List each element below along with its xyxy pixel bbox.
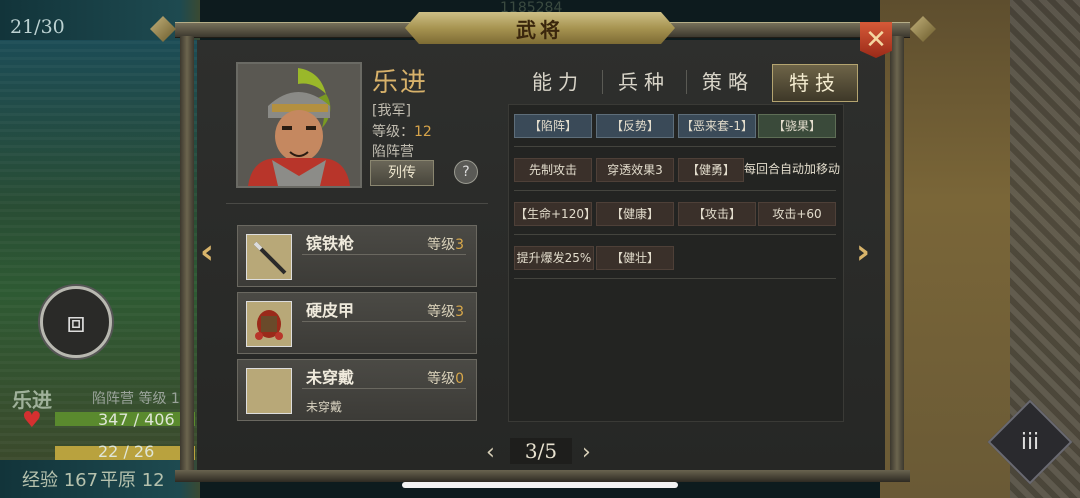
equipment-level-label: 等级 — [427, 371, 456, 387]
skills-row-divider — [514, 234, 836, 235]
skill-chip[interactable]: 【陷阵】 — [514, 114, 592, 138]
skill-chip[interactable]: 攻击+60 — [758, 202, 836, 226]
equipment-slot-weapon[interactable]: 镔铁枪 等级3 — [237, 225, 477, 287]
cube-icon: ⧈ — [66, 304, 86, 340]
equipment-level-value: 3 — [455, 304, 464, 320]
hero-tabs: 能力 兵种 策略 特技 — [510, 64, 860, 102]
section-divider — [226, 203, 488, 204]
tab-troop[interactable]: 兵种 — [602, 64, 686, 100]
skills-row-divider — [514, 190, 836, 191]
level-label: 等级： — [372, 124, 414, 140]
hero-unit-type: 陷阵营 — [372, 144, 414, 160]
skill-chip[interactable]: 【生命+120】 — [514, 202, 592, 226]
general-portrait-icon — [238, 64, 360, 186]
skill-chip[interactable]: 【健勇】 — [678, 158, 744, 182]
page-next-button[interactable]: › — [582, 440, 591, 465]
terrain-label: 平原 12 — [100, 470, 165, 491]
equipment-divider — [302, 321, 466, 322]
formation-button[interactable]: ⧈ — [40, 286, 112, 358]
skills-row-divider — [514, 146, 836, 147]
dialog-right-rail — [890, 36, 904, 476]
exp-label: 经验 167 — [22, 470, 99, 491]
skill-chip[interactable]: 提升爆发25% — [514, 246, 594, 270]
skill-chip[interactable]: 【骁果】 — [758, 114, 836, 138]
equipment-level-value: 0 — [455, 371, 464, 387]
skill-chip[interactable]: 【恶来套-1】 — [678, 114, 756, 138]
empty-slot-icon — [246, 368, 292, 414]
dialog-title: 武将 — [516, 17, 564, 42]
equipment-level: 等级3 — [427, 234, 464, 254]
hero-level: 等级：12 — [372, 121, 432, 141]
equipment-level: 等级3 — [427, 301, 464, 321]
equipment-name: 硬皮甲 — [306, 301, 355, 320]
heart-icon: ♥ — [22, 408, 42, 433]
dialog-left-rail — [180, 36, 194, 476]
equipment-desc: 未穿戴 — [306, 400, 343, 414]
hero-faction: [我军] — [372, 103, 411, 119]
close-x-icon: ✕ — [865, 25, 887, 55]
mp-value: 22 / 26 — [98, 442, 155, 461]
skill-chip[interactable]: 先制攻击 — [514, 158, 592, 182]
equipment-level: 等级0 — [427, 368, 464, 388]
skills-row-divider — [514, 278, 836, 279]
hud-hero-sub: 陷阵营 等级 12 — [92, 391, 189, 407]
dialog-bottom-rail — [175, 470, 910, 482]
page-indicator: 3/5 — [510, 438, 572, 464]
equipment-name: 未穿戴 — [306, 368, 355, 387]
equipment-level-value: 3 — [455, 237, 464, 253]
turn-counter: 21/30 — [10, 16, 65, 38]
tab-strategy[interactable]: 策略 — [686, 64, 770, 100]
spear-icon — [246, 234, 292, 280]
skill-chip[interactable]: 每回合自动加移动 — [744, 158, 842, 180]
tab-ability[interactable]: 能力 — [516, 64, 600, 100]
equipment-divider — [302, 388, 466, 389]
tab-special-skills[interactable]: 特技 — [772, 64, 858, 102]
unit-hud: 乐进 陷阵营 等级 12 ♥ 347 / 406 22 / 26 经验 167 … — [0, 380, 200, 498]
skill-chip[interactable]: 【反势】 — [596, 114, 674, 138]
hero-portrait — [236, 62, 362, 188]
next-hero-arrow-icon[interactable]: › — [856, 232, 870, 272]
dialog-title-plate: 武将 — [405, 12, 675, 44]
hero-name: 乐进 — [372, 68, 429, 98]
help-button[interactable]: ? — [454, 160, 478, 184]
equipment-divider — [302, 254, 466, 255]
skill-chip[interactable]: 【健壮】 — [596, 246, 674, 270]
equipment-level-label: 等级 — [427, 237, 456, 253]
equipment-slot-empty[interactable]: 未穿戴 等级0 未穿戴 — [237, 359, 477, 421]
home-indicator[interactable] — [402, 482, 678, 488]
hp-value: 347 / 406 — [98, 410, 175, 429]
armor-icon — [246, 301, 292, 347]
close-button[interactable]: ✕ — [860, 22, 892, 58]
equipment-name: 镔铁枪 — [306, 234, 355, 253]
level-value: 12 — [414, 124, 432, 140]
skill-chip[interactable]: 【健康】 — [596, 202, 674, 226]
equipment-slot-armor[interactable]: 硬皮甲 等级3 — [237, 292, 477, 354]
skill-chip[interactable]: 穿透效果3 — [596, 158, 674, 182]
menu-icon: iii — [1020, 429, 1040, 455]
skill-chip[interactable]: 【攻击】 — [678, 202, 756, 226]
biography-button[interactable]: 列传 — [370, 160, 434, 186]
prev-hero-arrow-icon[interactable]: ‹ — [200, 232, 214, 272]
page-prev-button[interactable]: ‹ — [486, 440, 495, 465]
equipment-level-label: 等级 — [427, 304, 456, 320]
